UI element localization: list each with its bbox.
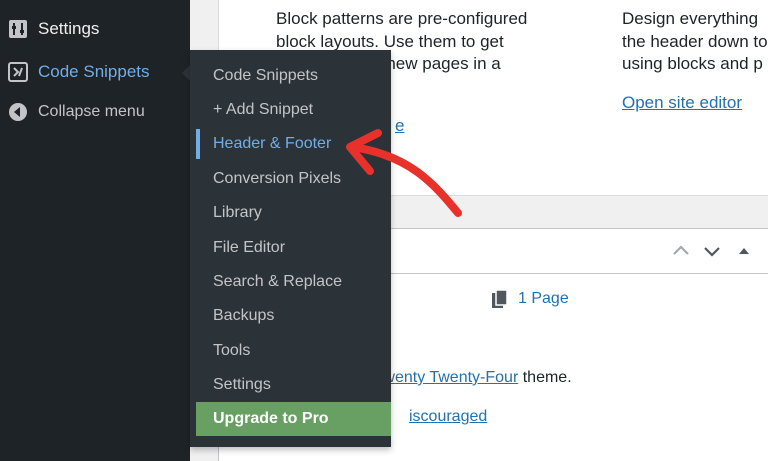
submenu-item-file-editor[interactable]: File Editor <box>190 231 391 265</box>
sidebar-item-settings[interactable]: Settings <box>0 12 190 46</box>
submenu-item-library[interactable]: Library <box>190 196 391 230</box>
sidebar-item-label: Code Snippets <box>38 62 150 81</box>
submenu-item-label: Library <box>213 204 262 221</box>
site-editor-text-line: Design everything <box>622 9 759 28</box>
sidebar-item-label: Collapse menu <box>38 103 145 120</box>
collapse-arrow-icon <box>8 102 28 122</box>
submenu-item-label: Code Snippets <box>213 67 318 84</box>
sidebar-item-code-snippets[interactable]: Code Snippets <box>0 55 190 89</box>
theme-name-link[interactable]: Twenty Twenty-Four <box>375 369 519 386</box>
submenu-item-label: + Add Snippet <box>213 101 314 118</box>
move-down-button[interactable] <box>700 239 724 263</box>
submenu-item-label: Backups <box>213 307 275 324</box>
code-snippets-submenu: Code Snippets + Add Snippet Header & Foo… <box>190 50 391 447</box>
site-editor-text-line: the header down to <box>622 31 768 51</box>
submenu-item-conversion-pixels[interactable]: Conversion Pixels <box>190 162 391 196</box>
submenu-item-search-replace[interactable]: Search & Replace <box>190 265 391 299</box>
admin-sidebar: Settings Code Snippets Collapse menu <box>0 0 191 461</box>
submenu-item-header-footer[interactable]: Header & Footer <box>190 127 391 161</box>
submenu-item-tools[interactable]: Tools <box>190 334 391 368</box>
settings-sliders-icon <box>8 19 28 39</box>
submenu-item-label: Search & Replace <box>213 273 342 290</box>
triangle-up-icon <box>739 248 749 254</box>
submenu-item-code-snippets[interactable]: Code Snippets <box>190 59 391 93</box>
sidebar-item-label: Settings <box>38 19 100 38</box>
move-up-button[interactable] <box>669 239 693 263</box>
submenu-item-label: Tools <box>213 342 251 359</box>
submenu-item-backups[interactable]: Backups <box>190 299 391 333</box>
theme-suffix-text: theme. <box>522 369 572 386</box>
patterns-link[interactable]: e <box>395 116 404 136</box>
search-engines-link[interactable]: iscouraged <box>409 408 487 426</box>
pages-count-link[interactable]: 1 Page <box>491 289 569 309</box>
pages-count-label: 1 Page <box>518 290 569 307</box>
submenu-item-add-snippet[interactable]: + Add Snippet <box>190 93 391 127</box>
toggle-panel-button[interactable] <box>732 239 756 263</box>
submenu-item-label: Settings <box>213 376 271 393</box>
submenu-item-label: Conversion Pixels <box>213 170 342 187</box>
patterns-text-line: Block patterns are pre-configured <box>276 9 528 28</box>
upgrade-to-pro-button[interactable]: Upgrade to Pro <box>196 402 391 436</box>
submenu-item-label: File Editor <box>213 239 286 256</box>
submenu-item-label: Header & Footer <box>213 135 332 152</box>
chevron-up-icon <box>673 245 689 255</box>
site-editor-text-line: using blocks and p <box>622 54 763 73</box>
site-editor-description: Design everything the header down to usi… <box>622 8 768 76</box>
collapse-menu-button[interactable]: Collapse menu <box>0 95 190 129</box>
code-snippets-icon <box>8 62 28 82</box>
chevron-down-icon <box>704 247 720 257</box>
upgrade-label: Upgrade to Pro <box>213 410 329 427</box>
pages-icon <box>492 289 508 308</box>
open-site-editor-link[interactable]: Open site editor <box>622 93 742 113</box>
submenu-item-settings[interactable]: Settings <box>190 368 391 402</box>
